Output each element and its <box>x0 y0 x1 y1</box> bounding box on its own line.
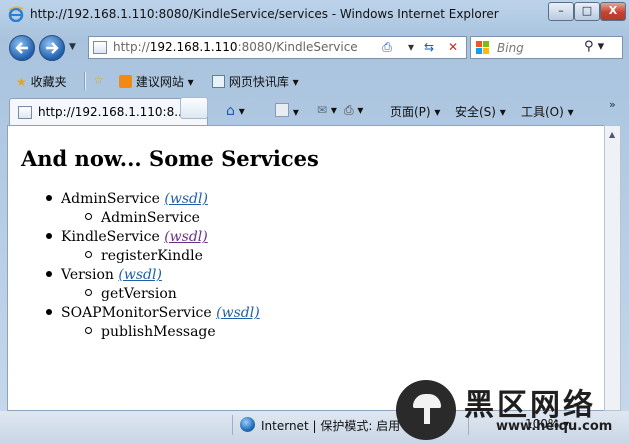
page-menu[interactable]: 页面(P) ▾ <box>390 103 440 120</box>
home-icon: ⌂ <box>226 103 235 119</box>
tools-menu[interactable]: 工具(O) ▾ <box>521 103 574 120</box>
search-icon[interactable]: ⚲ ▾ <box>584 39 604 54</box>
address-url[interactable]: http://192.168.1.110:8080/KindleService/… <box>113 40 357 54</box>
circle-bullet-icon <box>85 251 92 258</box>
favorites-star-icon: ★ <box>16 75 27 89</box>
chevron-overflow-icon[interactable]: » <box>609 98 616 111</box>
page-heading: And now... Some Services <box>21 146 319 171</box>
tab-row: http://192.168.1.110:8... ⌂ ▾ ▾ ✉ ▾ ⎙ ▾ … <box>0 95 629 125</box>
favorites-separator <box>84 72 85 90</box>
status-separator <box>232 415 233 435</box>
minimize-button[interactable]: – <box>548 2 574 21</box>
circle-bullet-icon <box>85 289 92 296</box>
wsdl-link[interactable]: (wsdl) <box>164 191 208 207</box>
suggested-sites-icon <box>119 75 132 88</box>
tab-current[interactable]: http://192.168.1.110:8... <box>9 98 208 125</box>
circle-bullet-icon <box>85 213 92 220</box>
back-button[interactable] <box>9 35 35 61</box>
service-item: Version (wsdl) <box>46 267 162 283</box>
close-window-button[interactable]: X <box>600 2 626 21</box>
window-title: http://192.168.1.110:8080/KindleService/… <box>30 7 499 21</box>
wsdl-link[interactable]: (wsdl) <box>118 267 162 283</box>
circle-bullet-icon <box>85 327 92 334</box>
method-item: registerKindle <box>85 248 203 264</box>
globe-icon <box>240 417 255 432</box>
suggested-sites-button[interactable]: 建议网站 ▾ <box>119 73 194 90</box>
method-item: getVersion <box>85 286 177 302</box>
favorites-button[interactable]: ★ 收藏夹 <box>16 73 67 90</box>
method-item: publishMessage <box>85 324 216 340</box>
favorites-bar: ★ 收藏夹 ☆ 建议网站 ▾ 网页快讯库 ▾ <box>0 66 629 95</box>
stop-icon[interactable]: ✕ <box>443 39 463 56</box>
vertical-scrollbar[interactable]: ▲ <box>604 125 621 411</box>
new-tab-button[interactable] <box>180 97 208 119</box>
safety-menu[interactable]: 安全(S) ▾ <box>455 103 506 120</box>
back-arrow-icon <box>15 42 28 54</box>
wsdl-link[interactable]: (wsdl) <box>216 305 260 321</box>
forward-button[interactable] <box>39 35 65 61</box>
web-slice-icon <box>212 75 225 88</box>
service-item: SOAPMonitorService (wsdl) <box>46 305 260 321</box>
tab-favicon-icon <box>18 106 32 119</box>
watermark-logo-icon <box>396 380 456 440</box>
feeds-button[interactable]: ▾ <box>275 103 299 119</box>
web-slice-gallery-button[interactable]: 网页快讯库 ▾ <box>212 73 299 90</box>
read-mail-button[interactable]: ✉ ▾ <box>317 103 337 117</box>
scroll-up-icon[interactable]: ▲ <box>609 130 615 139</box>
forward-arrow-icon <box>46 42 59 54</box>
watermark-text: 黑区网络 <box>464 388 596 423</box>
maximize-button[interactable]: □ <box>574 2 600 21</box>
browser-window: http://192.168.1.110:8080/KindleService/… <box>0 0 629 443</box>
method-item: AdminService <box>85 210 200 226</box>
page-favicon-icon <box>93 41 107 54</box>
compatibility-view-icon[interactable]: ⎙ <box>377 39 397 56</box>
bullet-icon <box>46 271 52 277</box>
wsdl-link[interactable]: (wsdl) <box>164 229 208 245</box>
service-item: AdminService (wsdl) <box>46 191 208 207</box>
add-to-favorites-icon[interactable]: ☆ <box>93 73 104 87</box>
home-button[interactable]: ⌂ ▾ <box>226 103 245 119</box>
watermark-domain: www.heiqu.com <box>496 419 613 434</box>
search-box[interactable]: Bing ⚲ ▾ <box>470 36 623 59</box>
security-zone[interactable]: Internet | 保护模式: 启用 <box>261 417 400 434</box>
bullet-icon <box>46 309 52 315</box>
watermark: 黑区网络 www.heiqu.com <box>396 374 629 443</box>
mail-icon: ✉ <box>317 103 328 117</box>
address-dropdown-icon[interactable]: ▾ <box>401 39 421 56</box>
service-item: KindleService (wsdl) <box>46 229 208 245</box>
title-bar: http://192.168.1.110:8080/KindleService/… <box>0 0 629 28</box>
bing-logo-icon <box>476 41 489 54</box>
print-icon: ⎙ <box>344 103 354 117</box>
page-content: And now... Some Services AdminService (w… <box>7 125 611 411</box>
bullet-icon <box>46 195 52 201</box>
rss-icon <box>275 103 289 117</box>
history-dropdown-icon[interactable]: ▼ <box>69 42 76 52</box>
refresh-icon[interactable]: ⇆ <box>419 39 439 56</box>
tab-label: http://192.168.1.110:8... <box>38 105 186 119</box>
bullet-icon <box>46 233 52 239</box>
ie-logo-icon <box>8 6 24 22</box>
address-bar[interactable]: http://192.168.1.110:8080/KindleService/… <box>88 36 467 59</box>
search-placeholder: Bing <box>497 41 524 55</box>
print-button[interactable]: ⎙ ▾ <box>344 103 363 118</box>
